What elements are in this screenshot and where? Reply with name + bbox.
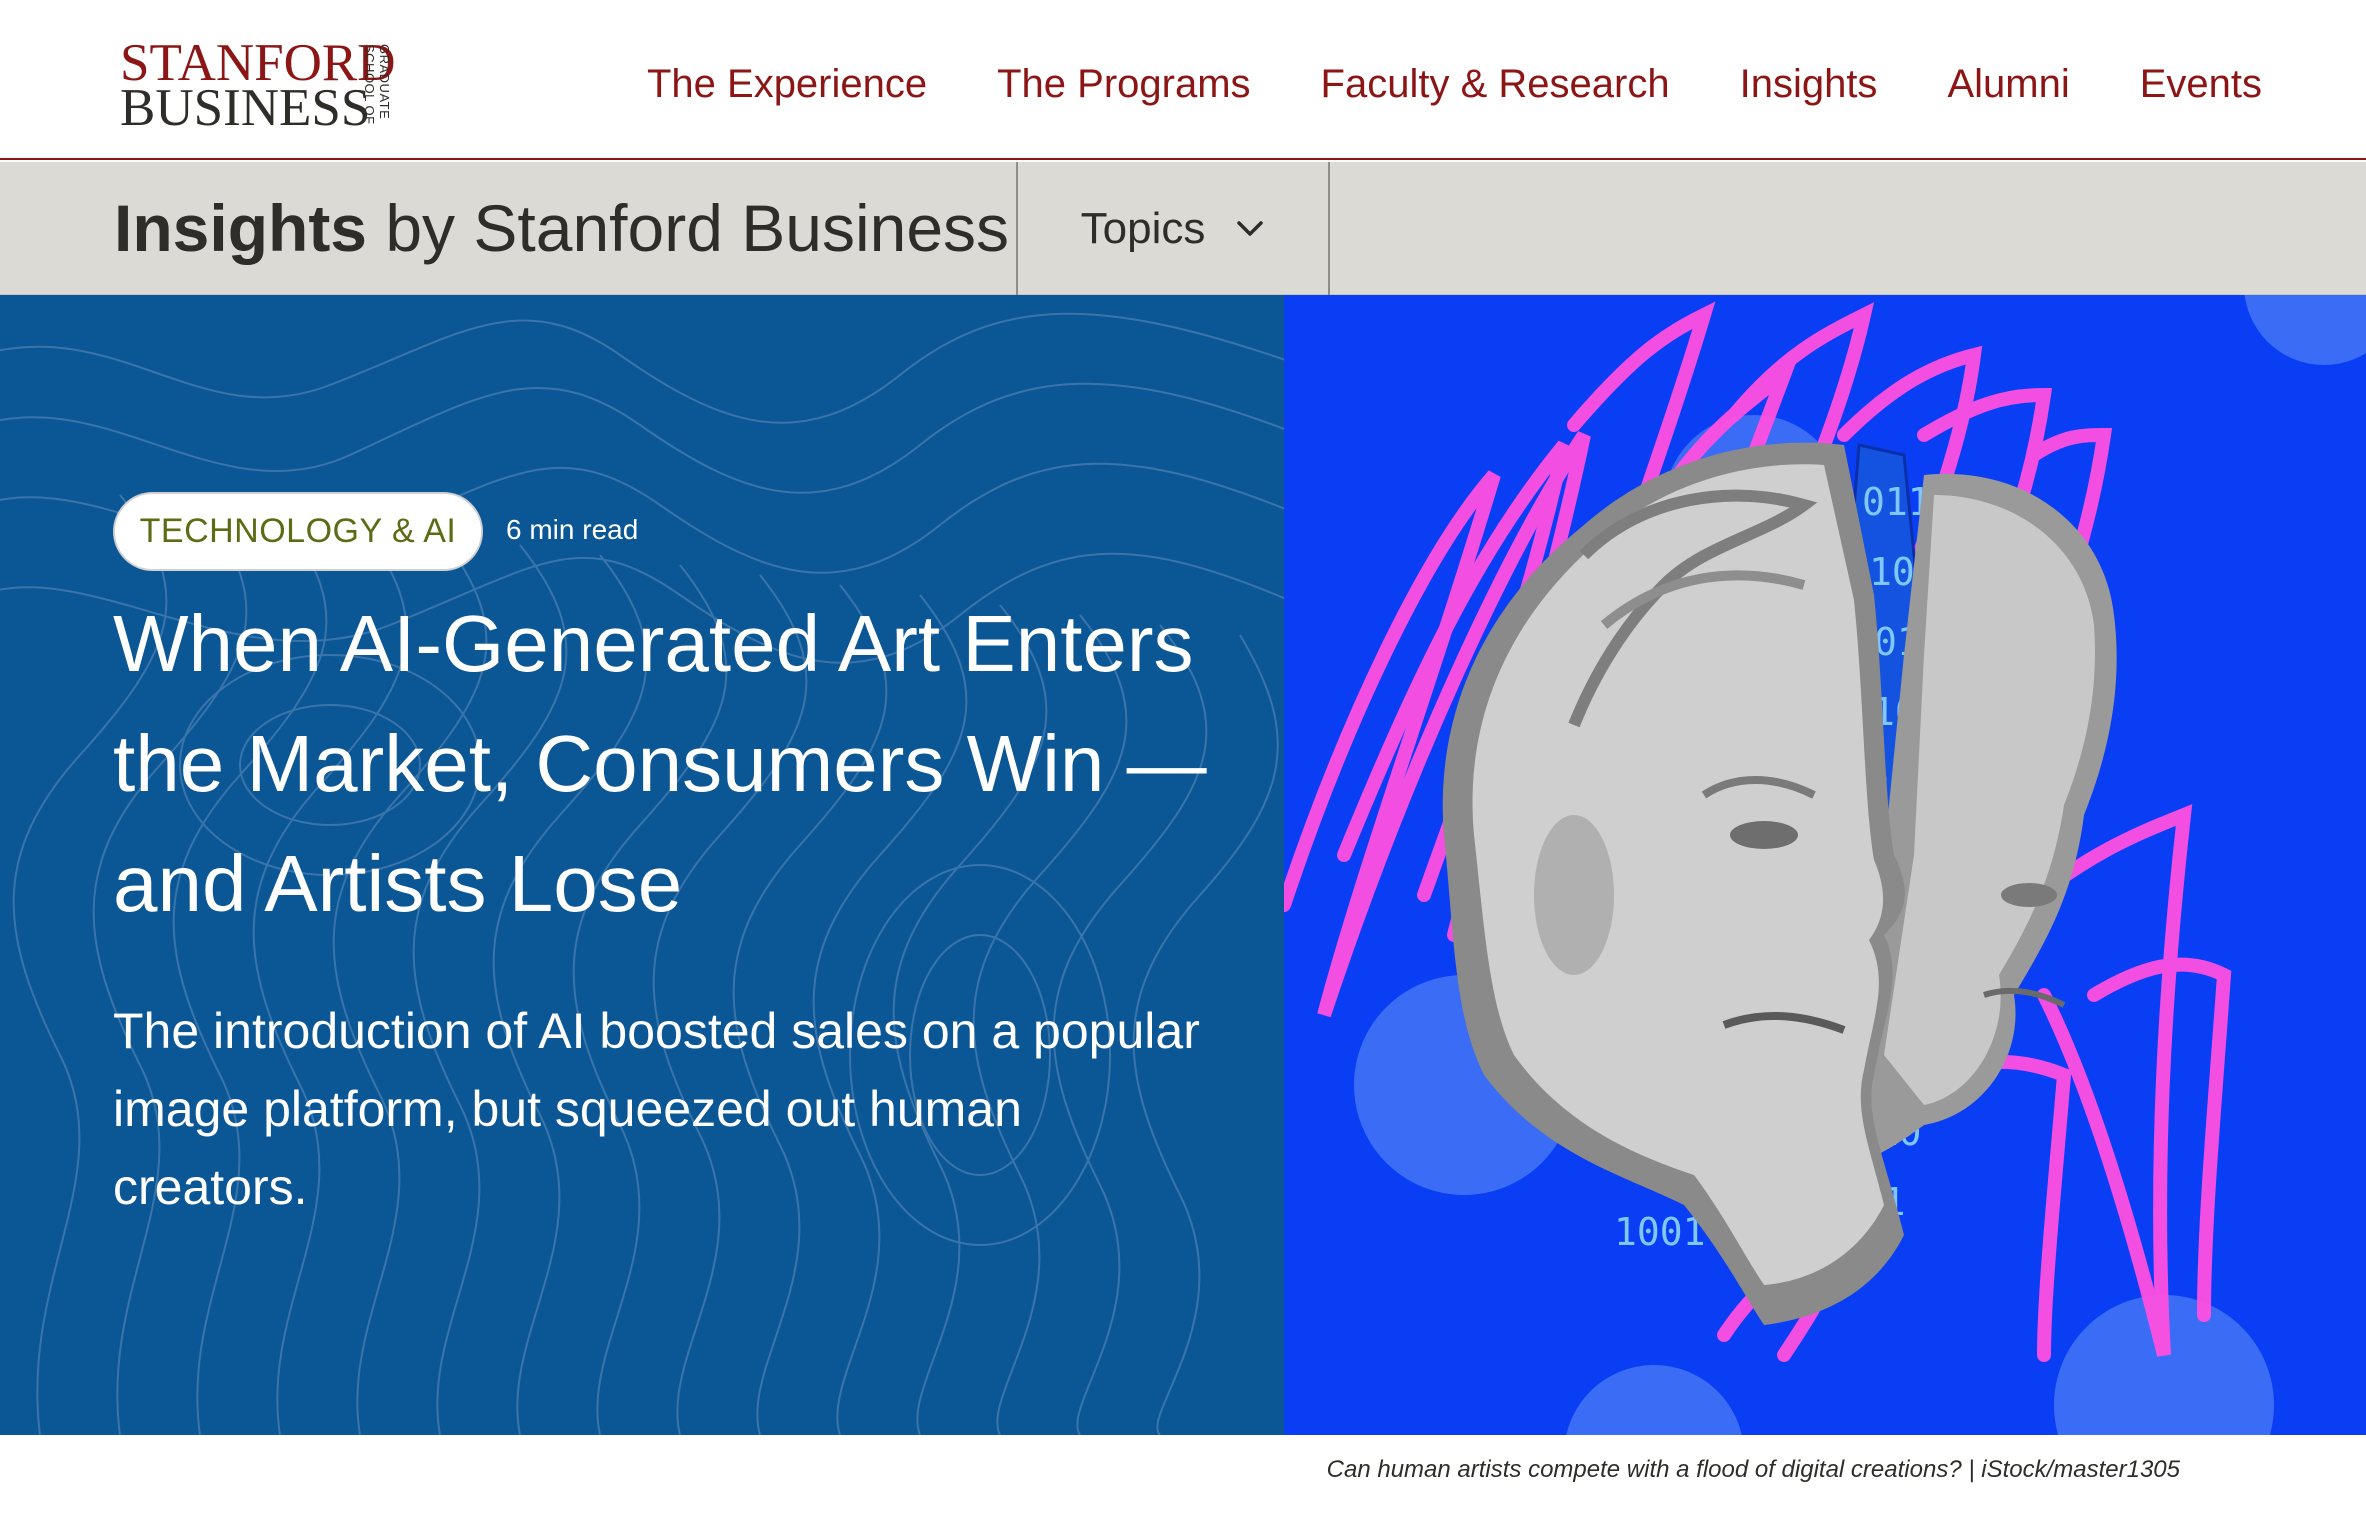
topics-label: Topics: [1080, 203, 1206, 253]
nav-events[interactable]: Events: [2140, 56, 2262, 112]
nav-alumni[interactable]: Alumni: [1947, 56, 2069, 112]
nav-the-programs[interactable]: The Programs: [997, 56, 1250, 112]
logo-school-of-text: SCHOOL OF: [362, 44, 377, 125]
insights-bar: Insights by Stanford Business Topics: [0, 162, 2366, 295]
logo-business-text: BUSINESS: [120, 79, 371, 137]
chevron-down-icon: [1235, 219, 1265, 239]
nav-faculty-research[interactable]: Faculty & Research: [1321, 56, 1670, 112]
read-time: 6 min read: [506, 514, 639, 545]
logo-side-text: GRADUATE SCHOOL OF: [352, 44, 392, 136]
article-headline: When AI-Generated Art Enters the Market,…: [113, 599, 1207, 928]
insights-title-bold: Insights: [114, 191, 368, 265]
statue-head-front: [1442, 442, 1905, 1325]
article-dek: The introduction of AI boosted sales on …: [113, 1003, 1200, 1215]
site-header: STANFORD BUSINESS GRADUATE SCHOOL OF The…: [0, 0, 2366, 160]
binary-line: 1001: [1614, 1210, 1706, 1254]
logo-graduate-text: GRADUATE: [377, 44, 392, 120]
hero-image: 0110 1001 0100 1010 0110 1001 0101 1100 …: [1284, 295, 2366, 1435]
insights-title-rest: by Stanford Business: [367, 191, 1010, 265]
topic-tag-technology-ai[interactable]: TECHNOLOGY & AI: [113, 492, 483, 571]
insights-home-link[interactable]: Insights by Stanford Business: [114, 190, 1009, 266]
stanford-gsb-logo[interactable]: STANFORD BUSINESS GRADUATE SCHOOL OF: [120, 37, 440, 138]
split-statue-head-image: 0110 1001 0100 1010 0110 1001 0101 1100 …: [1284, 295, 2366, 1435]
nav-the-experience[interactable]: The Experience: [647, 56, 927, 112]
main-nav: The Experience The Programs Faculty & Re…: [577, 56, 2262, 112]
image-caption: Can human artists compete with a flood o…: [1326, 1456, 2180, 1483]
topics-dropdown[interactable]: Topics: [1016, 162, 1330, 295]
nav-insights[interactable]: Insights: [1740, 56, 1878, 112]
